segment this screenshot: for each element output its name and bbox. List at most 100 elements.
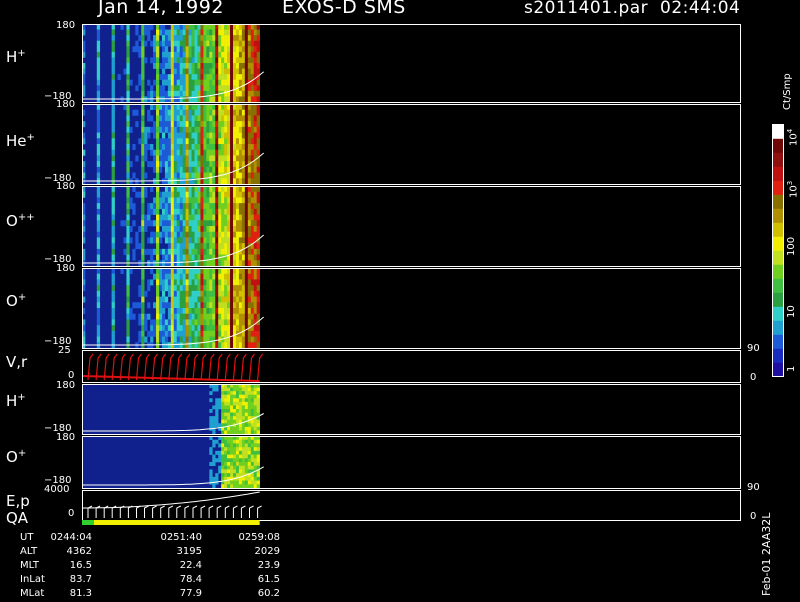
- spectrogram-cell: [233, 243, 237, 250]
- spectrogram-cell: [96, 144, 101, 151]
- spectrogram-cell: [126, 68, 130, 75]
- spectrogram-cell: [244, 302, 249, 309]
- spectrogram-cell: [253, 220, 257, 227]
- spectrogram-cell: [253, 443, 257, 448]
- spectrogram-cell: [244, 387, 249, 392]
- spectrogram-cell: [250, 476, 255, 481]
- spectrogram-cell: [138, 191, 142, 198]
- spectrogram-cell: [238, 450, 243, 455]
- spectrogram-cell: [247, 35, 252, 42]
- colorbar-step: [772, 236, 784, 251]
- spectrogram-cell: [185, 260, 189, 267]
- spectrogram-cell: [235, 409, 240, 413]
- spectrogram-cell: [96, 197, 101, 204]
- spectrogram-cell: [247, 96, 252, 103]
- spectrogram-cell: [221, 85, 225, 92]
- spectrogram-cell: [235, 484, 240, 489]
- energy-trace: [200, 505, 206, 518]
- spectrogram-cell: [218, 74, 222, 81]
- spectrogram-cell: [241, 285, 246, 292]
- spectrogram-cell: [253, 405, 257, 410]
- spectrogram-cell: [235, 121, 240, 128]
- spectrogram-cell: [218, 138, 222, 145]
- spectrogram-cell: [221, 40, 225, 47]
- spectrogram-cell: [185, 342, 189, 349]
- spectrogram-cell: [129, 313, 133, 320]
- spectrogram-cell: [173, 46, 178, 53]
- spectrogram-cell: [170, 203, 175, 210]
- spectrogram-cell: [126, 149, 130, 156]
- spectrogram-cell: [212, 237, 216, 244]
- spectrogram-cell: [206, 231, 210, 238]
- spectrogram-cell: [247, 412, 252, 417]
- spectrogram-cell: [167, 248, 172, 255]
- spectrogram-cell: [138, 336, 142, 343]
- spectrogram-cell: [244, 330, 249, 337]
- spectrogram-cell: [200, 144, 204, 151]
- spectrogram-cell: [126, 109, 130, 116]
- spectrogram-cell: [215, 132, 219, 139]
- spectrogram-cell: [170, 220, 175, 227]
- spectrogram-cell: [224, 401, 228, 406]
- spectrogram-cell: [161, 79, 166, 86]
- spectrogram-cell: [141, 302, 145, 309]
- spectrogram-cell: [227, 473, 231, 478]
- spectrogram-cell: [194, 208, 198, 215]
- spectrogram-cell: [182, 197, 186, 204]
- spectrogram-cell: [256, 46, 260, 53]
- spectrogram-cell: [141, 313, 145, 320]
- spectrogram-cell: [206, 208, 210, 215]
- spectrogram-cell: [256, 29, 260, 36]
- spectrogram-cell: [206, 132, 210, 139]
- spectrogram-cell: [256, 405, 260, 410]
- spectrogram-cell: [256, 336, 260, 343]
- energy-trace: [249, 505, 254, 518]
- spectrogram-cell: [224, 96, 228, 103]
- spectrogram-cell: [230, 109, 234, 116]
- cell: 2029: [254, 546, 280, 557]
- colorbar-step: [772, 180, 784, 195]
- spectrogram-cell: [235, 178, 240, 185]
- spectrogram-cell: [224, 161, 228, 168]
- spectrogram-cell: [182, 35, 186, 42]
- spectrogram-cell: [209, 248, 213, 255]
- spectrogram-cell: [194, 138, 198, 145]
- spectrogram-cell: [256, 296, 260, 303]
- spectrogram-cell: [250, 419, 255, 424]
- spectrogram-cell: [200, 79, 204, 86]
- spectrogram-cell: [156, 132, 160, 139]
- spectrogram-cell: [197, 155, 201, 162]
- spectrogram-cell: [224, 214, 228, 221]
- spectrogram-cell: [233, 109, 237, 116]
- spectrogram-cell: [241, 260, 246, 267]
- spectrogram-cell: [164, 296, 169, 303]
- spectrogram-cell: [141, 155, 145, 162]
- spectrogram-cell: [253, 313, 257, 320]
- spectrogram-cell: [161, 149, 166, 156]
- spectrogram-cell: [235, 342, 240, 349]
- spectrogram-cell: [215, 319, 219, 326]
- spectrogram-cell: [158, 29, 163, 36]
- panel-label-ep: E,p: [6, 492, 30, 510]
- spectrogram-cell: [250, 96, 255, 103]
- spectrogram-cell: [247, 302, 252, 309]
- spectrogram-cell: [203, 63, 207, 69]
- spectrogram-cell: [203, 231, 207, 238]
- spectrogram-cell: [230, 254, 234, 261]
- spectrogram-cell: [96, 132, 101, 139]
- qa-label: QA: [6, 509, 29, 527]
- spectrogram-cell: [233, 447, 237, 452]
- spectrogram-cell: [111, 172, 115, 179]
- spectrogram-cell: [167, 172, 172, 179]
- spectrogram-cell: [170, 285, 175, 292]
- spectrogram-cell: [176, 279, 181, 286]
- spectrogram-cell: [203, 214, 207, 221]
- spectrogram-cell: [253, 115, 257, 122]
- spectrogram-cell: [250, 172, 255, 179]
- spectrogram-cell: [188, 231, 192, 238]
- spectrogram-cell: [238, 197, 243, 204]
- spectrogram-cell: [182, 138, 186, 145]
- spectrogram-cell: [179, 308, 183, 315]
- spectrogram-cell: [144, 313, 148, 320]
- spectrogram-cell: [164, 248, 169, 255]
